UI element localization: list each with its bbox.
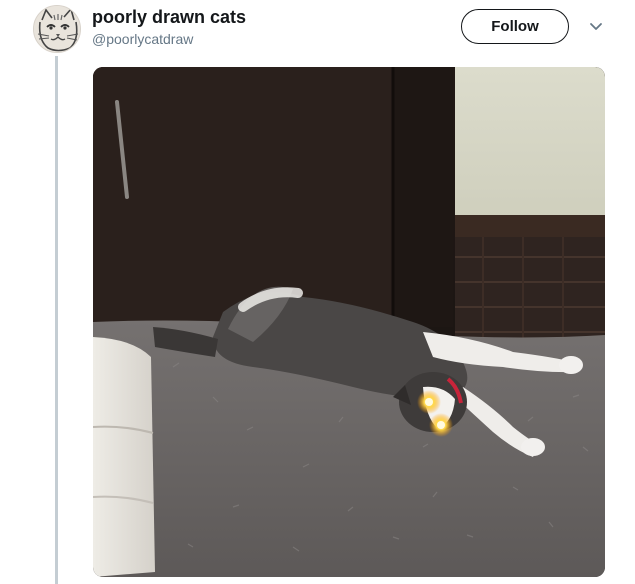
avatar[interactable] xyxy=(33,5,81,53)
cat-photo-image xyxy=(93,67,605,577)
user-handle[interactable]: @poorlycatdraw xyxy=(92,31,193,47)
tweet-card: poorly drawn cats @poorlycatdraw Follow xyxy=(0,0,635,584)
thread-line xyxy=(55,56,58,584)
display-name[interactable]: poorly drawn cats xyxy=(92,7,246,28)
cat-face-avatar-icon xyxy=(34,6,80,52)
follow-button[interactable]: Follow xyxy=(461,9,569,44)
tweet-photo[interactable] xyxy=(93,67,605,577)
chevron-down-icon[interactable] xyxy=(586,16,606,36)
